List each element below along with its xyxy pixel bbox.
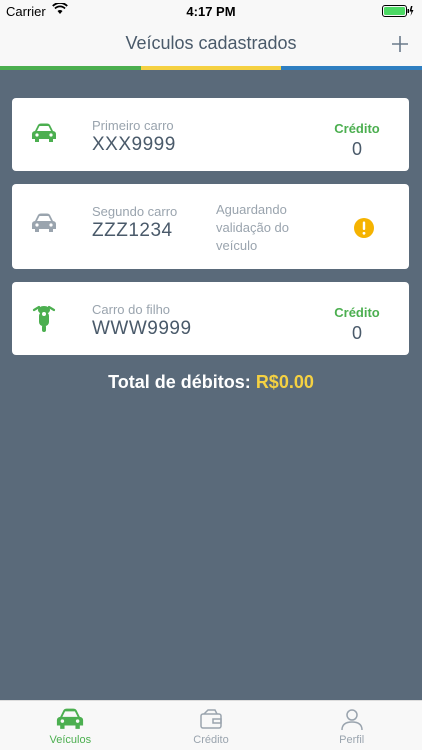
vehicle-plate: ZZZ1234 xyxy=(92,220,173,241)
tab-credito[interactable]: Crédito xyxy=(141,701,282,750)
validation-status: Aguardando validação do veículo xyxy=(216,202,289,253)
vehicle-name: Carro do filho xyxy=(92,302,171,317)
credit-label: Crédito xyxy=(334,305,380,320)
credit-value: 0 xyxy=(351,323,362,343)
vehicle-name: Segundo carro xyxy=(92,204,178,219)
vehicle-card-primeiro-carro[interactable]: Primeiro carro XXX9999 Crédito 0 xyxy=(12,98,409,171)
user-icon xyxy=(340,707,364,736)
tab-label: Perfil xyxy=(339,734,365,746)
warning-icon xyxy=(353,217,375,244)
car-icon xyxy=(30,212,58,239)
tab-perfil[interactable]: Perfil xyxy=(281,701,422,750)
page-title: Veículos cadastrados xyxy=(125,33,297,53)
plus-icon xyxy=(392,36,408,52)
status-time: 4:17 PM xyxy=(186,4,236,19)
total-label: Total de débitos: xyxy=(108,372,251,392)
tab-label: Crédito xyxy=(193,734,229,746)
status-bar: Carrier 4:17 PM xyxy=(0,0,422,22)
battery-icon xyxy=(382,5,414,20)
wallet-icon xyxy=(199,707,223,736)
vehicle-card-carro-do-filho[interactable]: Carro do filho WWW9999 Crédito 0 xyxy=(12,282,409,355)
brand-stripe xyxy=(0,66,422,70)
vehicle-plate: WWW9999 xyxy=(92,318,192,339)
total-amount: R$0.00 xyxy=(255,372,314,392)
vehicle-card-segundo-carro[interactable]: Segundo carro ZZZ1234 Aguardando validaç… xyxy=(12,184,409,269)
car-icon xyxy=(54,707,86,736)
credit-label: Crédito xyxy=(334,121,380,136)
tab-bar: Veículos Crédito Perfil xyxy=(0,700,422,750)
credit-value: 0 xyxy=(351,139,362,159)
car-icon xyxy=(30,122,58,149)
tab-veiculos[interactable]: Veículos xyxy=(0,701,141,750)
vehicle-plate: XXX9999 xyxy=(92,134,176,155)
tab-label: Veículos xyxy=(49,734,92,746)
add-vehicle-button[interactable] xyxy=(386,30,414,58)
total-debits: Total de débitos: R$0.00 xyxy=(0,372,422,393)
motorcycle-icon xyxy=(30,302,58,339)
vehicle-name: Primeiro carro xyxy=(92,118,174,133)
navigation-bar: Veículos cadastrados xyxy=(0,22,422,66)
